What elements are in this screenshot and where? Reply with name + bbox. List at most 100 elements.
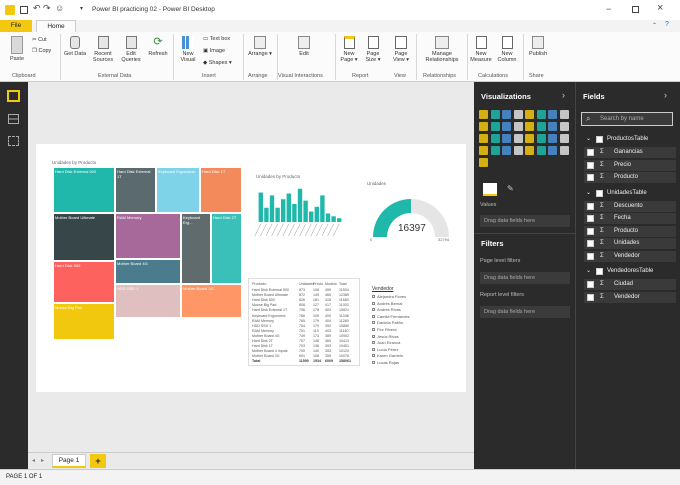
treemap-cell[interactable]: Keyboard Ergonomic bbox=[156, 167, 200, 213]
field-item[interactable]: Σ Producto bbox=[584, 172, 676, 183]
collapse-fields-icon[interactable]: › bbox=[664, 90, 667, 100]
field-checkbox[interactable] bbox=[587, 293, 594, 301]
bar-chart[interactable] bbox=[254, 180, 346, 246]
slicer-item[interactable]: Jesús Rivas bbox=[372, 334, 399, 339]
redo-icon[interactable]: ↷ bbox=[43, 3, 51, 14]
visual-type-icon[interactable] bbox=[513, 122, 523, 131]
paste-button[interactable]: Paste bbox=[6, 36, 28, 62]
prev-page-icon[interactable]: ◂ bbox=[32, 457, 35, 464]
bar[interactable] bbox=[309, 211, 314, 222]
treemap-cell[interactable]: Mother Board Ultimate bbox=[53, 213, 115, 261]
visual-type-icon[interactable] bbox=[548, 122, 557, 131]
visual-type-icon[interactable] bbox=[525, 122, 534, 131]
treemap-cell[interactable]: Mouse Big Pad bbox=[53, 303, 115, 340]
next-page-icon[interactable]: ▸ bbox=[41, 457, 44, 464]
field-item[interactable]: Σ Vendedor bbox=[584, 250, 676, 262]
visual-type-icon[interactable] bbox=[490, 146, 500, 155]
treemap-cell[interactable]: RAM Memory bbox=[115, 213, 181, 259]
field-item[interactable]: Σ Ciudad bbox=[584, 279, 676, 290]
arrange-button[interactable]: Arrange ▾ bbox=[248, 36, 272, 57]
data-view-icon[interactable] bbox=[8, 114, 19, 124]
slicer-item[interactable]: Andrés Bernal bbox=[372, 301, 402, 306]
report-page[interactable]: Unidades by Producto Hard Disk External … bbox=[36, 144, 466, 392]
visual-type-icon[interactable] bbox=[548, 110, 557, 119]
smiley-icon[interactable]: ☺ bbox=[55, 3, 64, 13]
page-size-button[interactable]: Page Size ▾ bbox=[362, 36, 384, 63]
slicer[interactable]: Alejandra Flores Andrés Bernal Andrés Riva… bbox=[372, 294, 458, 372]
page-filters-drop-well[interactable]: Drag data fields here bbox=[480, 272, 570, 284]
slicer-item[interactable]: Flor Rivera bbox=[372, 327, 397, 332]
publish-button[interactable]: Publish bbox=[527, 36, 549, 57]
field-table[interactable]: ⌄ ProductosTable bbox=[580, 134, 676, 145]
treemap-cell[interactable]: Hard Disk 2T bbox=[211, 213, 242, 284]
help-icon[interactable]: ? bbox=[665, 21, 669, 28]
tab-home[interactable]: Home bbox=[36, 20, 76, 32]
quick-access-dropdown-icon[interactable]: ▾ bbox=[80, 5, 83, 12]
table-visual[interactable]: Producto Unidades Precio Modelo Total Hard Di… bbox=[248, 278, 360, 366]
treemap-cell[interactable]: Hard Disk External 500 bbox=[53, 167, 115, 213]
bar[interactable] bbox=[258, 192, 263, 222]
visual-type-icon[interactable] bbox=[548, 146, 557, 155]
field-item[interactable]: Σ Fecha bbox=[584, 213, 676, 224]
fields-well-tab-icon[interactable] bbox=[483, 183, 497, 196]
close-icon[interactable]: × bbox=[657, 2, 663, 14]
treemap-cell[interactable]: Hard Disk 500 bbox=[53, 261, 115, 303]
field-item[interactable]: Σ Producto bbox=[584, 225, 676, 237]
field-item[interactable]: Σ Vendedor bbox=[584, 291, 676, 303]
field-search[interactable]: ⌕ Search by name bbox=[581, 112, 673, 126]
page-tab-1[interactable]: Page 1 bbox=[52, 454, 86, 468]
treemap-cell[interactable]: Hard Disk 1T bbox=[200, 167, 242, 213]
add-page-button[interactable]: + bbox=[90, 454, 106, 468]
recent-sources-button[interactable]: Recent Sources bbox=[89, 36, 117, 63]
treemap-cell[interactable]: Keyboard Erg... bbox=[181, 213, 211, 284]
visual-type-icon[interactable] bbox=[502, 134, 511, 143]
slicer-item[interactable]: Lucas Rojas bbox=[372, 360, 399, 365]
slicer-item[interactable]: Alejandra Flores bbox=[372, 294, 406, 299]
slicer-item[interactable]: Camila Fernández bbox=[372, 314, 410, 319]
bar[interactable] bbox=[331, 216, 336, 222]
visual-type-icon[interactable] bbox=[479, 158, 488, 167]
visual-type-icon[interactable] bbox=[536, 110, 546, 119]
field-item[interactable]: Σ Unidades bbox=[584, 238, 676, 249]
new-visual-button[interactable]: New Visual bbox=[176, 36, 200, 63]
edit-queries-button[interactable]: Edit Queries bbox=[119, 36, 143, 63]
visual-type-icon[interactable] bbox=[490, 110, 500, 119]
bar[interactable] bbox=[320, 195, 325, 222]
ribbon-collapse-icon[interactable]: ⌃ bbox=[652, 22, 657, 29]
bar[interactable] bbox=[292, 203, 297, 222]
refresh-button[interactable]: ⟳ Refresh bbox=[146, 36, 170, 57]
treemap-cell[interactable]: Hard Disk External 1T bbox=[115, 167, 156, 213]
relationships-view-icon[interactable] bbox=[8, 136, 19, 146]
new-measure-button[interactable]: New Measure bbox=[470, 36, 492, 63]
visual-type-icon[interactable] bbox=[548, 134, 557, 143]
slicer-item[interactable]: Lucía Pérez bbox=[372, 347, 398, 352]
page-view-button[interactable]: Page View ▾ bbox=[390, 36, 412, 63]
visual-type-icon[interactable] bbox=[513, 134, 523, 143]
treemap-cell[interactable]: Mother Board 3G bbox=[181, 284, 242, 318]
slicer-item[interactable]: Juan Eiranca bbox=[372, 340, 400, 345]
field-checkbox[interactable] bbox=[587, 161, 594, 169]
undo-icon[interactable]: ↶ bbox=[33, 3, 41, 14]
visual-type-icon[interactable] bbox=[525, 146, 534, 155]
field-checkbox[interactable] bbox=[587, 252, 594, 260]
field-checkbox[interactable] bbox=[587, 215, 594, 222]
field-checkbox[interactable] bbox=[587, 202, 594, 210]
bar[interactable] bbox=[303, 200, 308, 222]
visual-type-icon[interactable] bbox=[513, 110, 523, 119]
visual-type-icon[interactable] bbox=[502, 110, 511, 119]
new-column-button[interactable]: New Column bbox=[495, 36, 519, 63]
report-view-icon[interactable] bbox=[7, 90, 20, 102]
visual-type-icon[interactable] bbox=[479, 122, 488, 131]
visual-type-icon[interactable] bbox=[490, 122, 500, 131]
visual-type-icon[interactable] bbox=[559, 110, 569, 119]
report-filters-drop-well[interactable]: Drag data fields here bbox=[480, 306, 570, 318]
visual-type-icon[interactable] bbox=[559, 134, 569, 143]
bar[interactable] bbox=[275, 207, 280, 222]
cut-button[interactable]: ✂ Cut bbox=[32, 37, 47, 43]
treemap-cell[interactable]: Mother Board 4G bbox=[115, 259, 181, 284]
visual-type-icon[interactable] bbox=[479, 134, 488, 143]
text-box-button[interactable]: ▭ Text box bbox=[203, 36, 230, 42]
field-checkbox[interactable] bbox=[587, 149, 594, 156]
edit-interactions-button[interactable]: Edit bbox=[292, 36, 316, 57]
bar[interactable] bbox=[281, 199, 286, 222]
